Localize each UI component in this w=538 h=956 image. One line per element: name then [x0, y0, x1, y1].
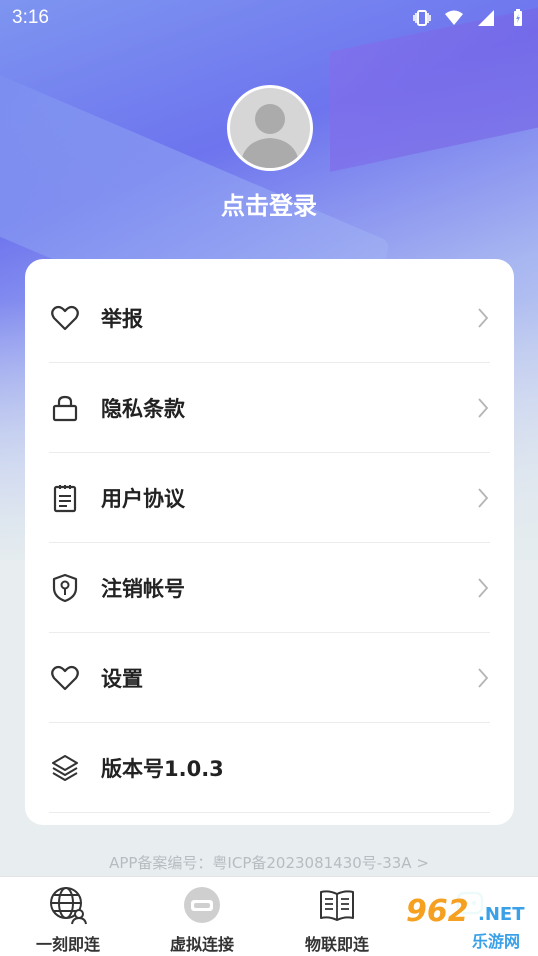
chevron-right-icon	[478, 578, 489, 598]
status-time: 3:16	[12, 7, 49, 28]
layers-icon	[49, 752, 81, 784]
tab-label: 一刻即连	[35, 935, 100, 954]
menu-item-label: 设置	[101, 666, 143, 691]
menu-item-report[interactable]: 举报	[49, 273, 490, 363]
menu-item-label: 隐私条款	[101, 396, 185, 421]
menu-item-settings[interactable]: 设置	[49, 633, 490, 723]
chevron-right-icon	[478, 488, 489, 508]
menu-item-privacy[interactable]: 隐私条款	[49, 363, 490, 453]
shield-key-icon	[49, 572, 81, 604]
avatar[interactable]	[227, 85, 313, 171]
chevron-right-icon	[478, 398, 489, 418]
tab-label: 物联即连	[304, 935, 369, 954]
tab-iot-connect[interactable]: 物联即连	[272, 885, 402, 955]
menu-card: 举报 隐私条款 用户协议 注销帐号 设置 版本号1.0.3	[25, 259, 514, 825]
version-label: 版本号1.0.3	[101, 756, 224, 781]
menu-item-label: 举报	[101, 306, 143, 331]
globe-user-icon	[50, 887, 87, 925]
beian-link[interactable]: APP备案编号：粤ICP备2023081430号-33A >	[0, 852, 538, 873]
login-button[interactable]: 点击登录	[0, 186, 538, 221]
signal-icon	[478, 10, 494, 26]
tab-instant-connect[interactable]: 一刻即连	[3, 885, 133, 955]
wifi-icon	[445, 10, 463, 25]
vibrate-icon	[413, 10, 431, 26]
menu-item-user-agreement[interactable]: 用户协议	[49, 453, 490, 543]
vr-headset-icon	[184, 887, 220, 923]
chevron-right-icon	[478, 308, 489, 328]
menu-item-label: 注销帐号	[101, 576, 185, 601]
book-icon	[320, 890, 354, 921]
status-bar: 3:16	[0, 0, 538, 36]
lock-icon	[49, 392, 81, 424]
menu-item-delete-account[interactable]: 注销帐号	[49, 543, 490, 633]
default-user-icon	[240, 104, 300, 168]
heart-icon	[49, 662, 81, 694]
menu-item-version: 版本号1.0.3	[49, 723, 490, 813]
clipboard-icon	[49, 482, 81, 514]
battery-icon	[514, 9, 522, 26]
heart-icon	[49, 302, 81, 334]
menu-item-label: 用户协议	[101, 486, 185, 511]
chevron-right-icon	[478, 668, 489, 688]
tab-label: 虚拟连接	[169, 935, 234, 954]
tab-virtual-connect[interactable]: 虚拟连接	[137, 885, 267, 955]
site-watermark: 962 .NET 乐游网	[400, 890, 536, 952]
